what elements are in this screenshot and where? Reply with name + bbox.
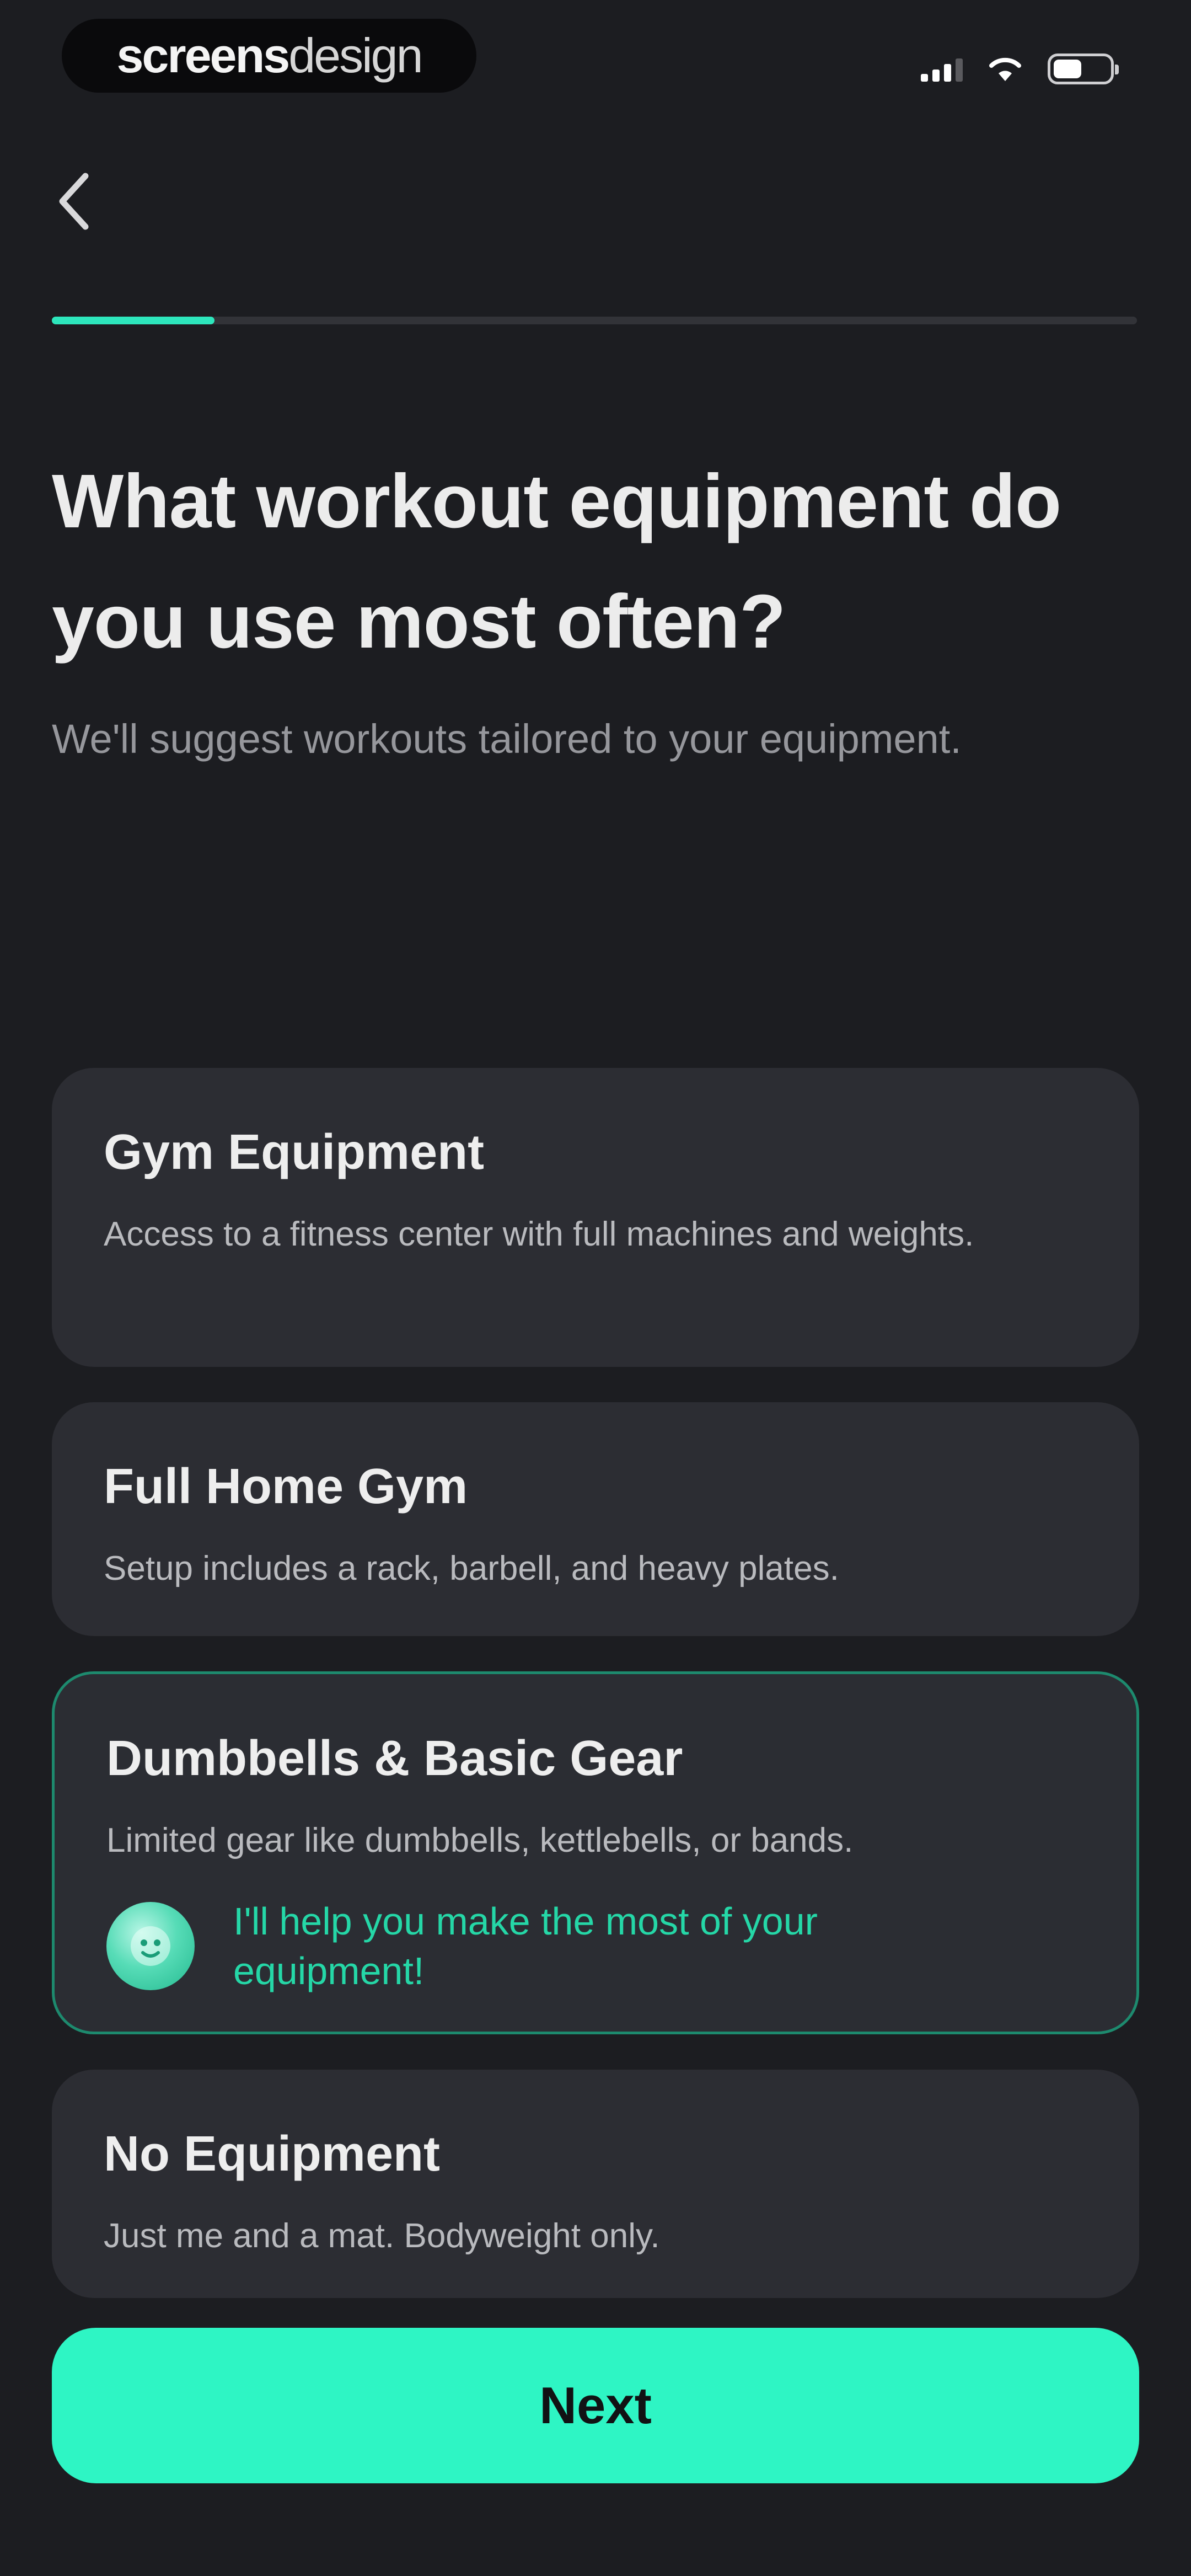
brand-strong-text: screens <box>116 28 290 83</box>
option-description: Limited gear like dumbbells, kettlebells… <box>106 1821 854 1859</box>
option-title: No Equipment <box>104 2126 440 2182</box>
equipment-options-list: Gym Equipment Access to a fitness center… <box>52 1068 1139 2298</box>
next-button[interactable]: Next <box>52 2328 1139 2483</box>
status-icons <box>921 50 1119 88</box>
option-description: Setup includes a rack, barbell, and heav… <box>104 1549 839 1588</box>
coach-hint: I'll help you make the most of your equi… <box>106 1896 1085 1996</box>
wifi-icon <box>989 57 1021 81</box>
progress-fill <box>52 317 215 324</box>
onboarding-screen: screens design What workout equipment do … <box>0 0 1191 2576</box>
coach-face-icon <box>131 1926 170 1966</box>
page-subtitle: We'll suggest workouts tailored to your … <box>52 716 962 762</box>
option-full-home-gym[interactable]: Full Home Gym Setup includes a rack, bar… <box>52 1402 1139 1636</box>
option-title: Dumbbells & Basic Gear <box>106 1731 683 1786</box>
cellular-signal-icon <box>921 56 963 82</box>
option-description: Access to a fitness center with full mac… <box>104 1215 974 1253</box>
battery-icon <box>1048 54 1119 84</box>
page-title: What workout equipment do you use most o… <box>52 459 1061 664</box>
progress-bar <box>52 317 1137 324</box>
option-title: Gym Equipment <box>104 1125 485 1180</box>
back-button[interactable] <box>47 165 100 237</box>
coach-avatar <box>106 1902 195 1990</box>
option-gym-equipment[interactable]: Gym Equipment Access to a fitness center… <box>52 1068 1139 1367</box>
chevron-left-icon <box>59 173 89 230</box>
brand-watermark: screens design <box>62 19 476 93</box>
option-dumbbells-basic-gear[interactable]: Dumbbells & Basic Gear Limited gear like… <box>52 1671 1139 2034</box>
option-no-equipment[interactable]: No Equipment Just me and a mat. Bodyweig… <box>52 2070 1139 2298</box>
coach-hint-text: I'll help you make the most of your equi… <box>233 1900 818 1992</box>
brand-light-text: design <box>288 28 423 83</box>
option-description: Just me and a mat. Bodyweight only. <box>104 2217 660 2255</box>
battery-level <box>1054 60 1081 78</box>
option-title: Full Home Gym <box>104 1459 468 1514</box>
